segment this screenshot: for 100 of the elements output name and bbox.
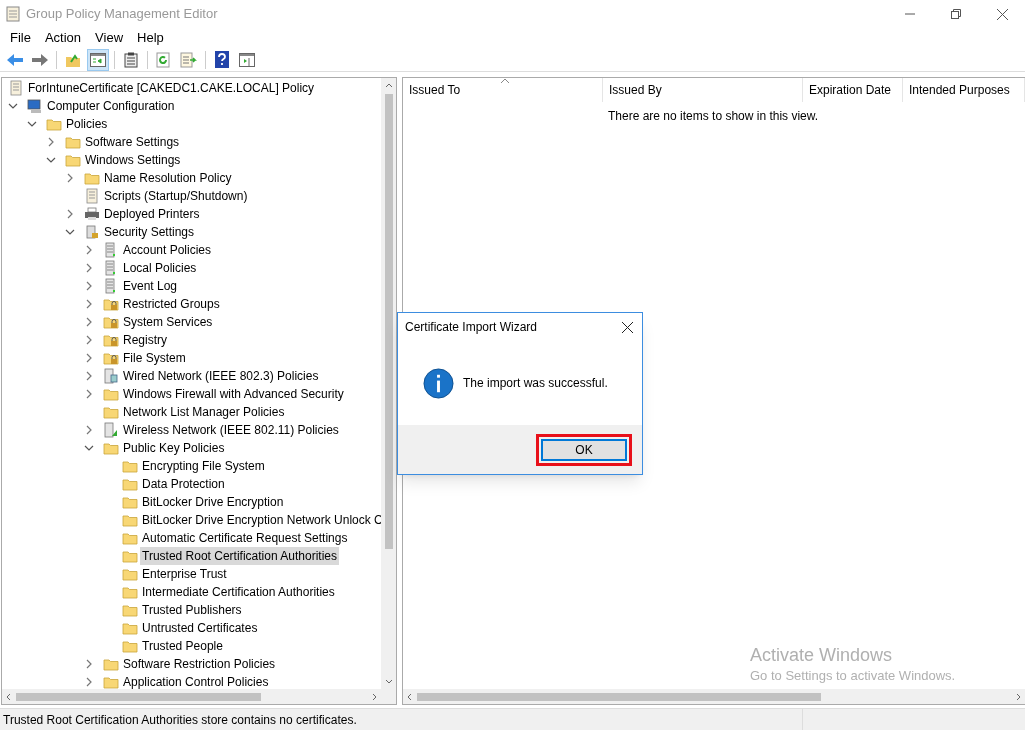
tree-item[interactable]: File System (121, 349, 188, 367)
expand-icon[interactable] (65, 173, 75, 183)
column-header[interactable]: Issued By (603, 78, 803, 102)
tree-item[interactable]: Restricted Groups (121, 295, 222, 313)
tree-item[interactable]: Automatic Certificate Request Settings (140, 529, 350, 547)
column-header[interactable]: Intended Purposes (903, 78, 1025, 102)
vertical-scrollbar[interactable] (381, 78, 396, 689)
tree-item[interactable]: Intermediate Certification Authorities (140, 583, 337, 601)
folder-icon (122, 638, 138, 654)
toolbar-button[interactable] (87, 48, 109, 71)
folder-icon (122, 548, 138, 564)
expand-icon[interactable] (65, 209, 75, 219)
tree-item[interactable]: Account Policies (121, 241, 214, 259)
document-icon (8, 80, 24, 96)
tree-item[interactable]: Wired Network (IEEE 802.3) Policies (121, 367, 321, 385)
info-icon (423, 367, 454, 399)
document-icon (84, 188, 100, 204)
tree-item[interactable]: Network List Manager Policies (121, 403, 287, 421)
folder-icon (103, 386, 119, 402)
expand-icon[interactable] (84, 263, 94, 273)
column-header[interactable]: Expiration Date (803, 78, 903, 102)
tree-item[interactable]: Data Protection (140, 475, 227, 493)
folder-icon (122, 584, 138, 600)
refresh-icon (156, 51, 172, 68)
expand-icon[interactable] (84, 659, 94, 669)
expand-icon[interactable] (84, 371, 94, 381)
tree-item[interactable]: Enterprise Trust (140, 565, 229, 583)
menu-item[interactable]: Help (130, 28, 171, 48)
expand-icon[interactable] (84, 245, 94, 255)
collapse-icon[interactable] (8, 101, 18, 111)
tree-item[interactable]: Local Policies (121, 259, 199, 277)
expand-icon[interactable] (84, 335, 94, 345)
folder-icon (122, 458, 138, 474)
tree-item[interactable]: Untrusted Certificates (140, 619, 260, 637)
expand-icon[interactable] (84, 425, 94, 435)
expand-icon[interactable] (84, 299, 94, 309)
menu-item[interactable]: View (88, 28, 131, 48)
expand-icon[interactable] (84, 317, 94, 327)
folder-icon (122, 512, 138, 528)
menu-item[interactable]: File (3, 28, 38, 48)
folder-icon (122, 494, 138, 510)
window-title: Group Policy Management Editor (26, 5, 218, 24)
clipboard-icon (124, 51, 138, 68)
folder-icon (122, 476, 138, 492)
tree-item[interactable]: Registry (121, 331, 169, 349)
policy-icon (103, 422, 119, 438)
tree-item[interactable]: Scripts (Startup/Shutdown) (102, 187, 250, 205)
tree-item[interactable]: Policies (64, 115, 110, 133)
column-header[interactable]: Issued To (403, 78, 603, 102)
folder-icon (103, 440, 119, 456)
empty-message: There are no items to show in this view. (608, 109, 819, 123)
expand-icon[interactable] (84, 353, 94, 363)
activation-title: Activate Windows (750, 643, 893, 666)
expand-icon[interactable] (84, 389, 94, 399)
tree-item[interactable]: Name Resolution Policy (102, 169, 234, 187)
menu-item[interactable]: Action (37, 28, 89, 48)
policy-icon (84, 224, 100, 240)
tree-item[interactable]: System Services (121, 313, 215, 331)
tree-item[interactable]: Security Settings (102, 223, 197, 241)
restore-icon (951, 9, 961, 19)
folder-icon (46, 116, 62, 132)
folder-icon (103, 350, 119, 366)
tree-item[interactable]: Software Settings (83, 133, 182, 151)
tree-item[interactable]: Deployed Printers (102, 205, 202, 223)
collapse-icon[interactable] (27, 119, 37, 129)
folder-icon (65, 134, 81, 150)
expand-icon[interactable] (84, 281, 94, 291)
tree-item[interactable]: Windows Firewall with Advanced Security (121, 385, 346, 403)
sort-icon (501, 78, 509, 83)
tree-item[interactable]: Computer Configuration (45, 97, 177, 115)
folder-icon (103, 314, 119, 330)
tree-item[interactable]: Trusted People (140, 637, 225, 655)
tree-item[interactable]: Trusted Publishers (140, 601, 244, 619)
collapse-icon[interactable] (84, 443, 94, 453)
horizontal-scrollbar[interactable] (2, 689, 396, 704)
tree-item[interactable]: Event Log (121, 277, 180, 295)
collapse-icon[interactable] (46, 155, 56, 165)
ok-button[interactable]: OK (541, 438, 627, 461)
tree-item[interactable]: ForIntuneCertificate [CAKEDC1.CAKE.LOCAL] Policy (26, 79, 317, 97)
activation-message: Go to Settings to activate Windows. (750, 666, 956, 685)
expand-icon[interactable] (46, 137, 56, 147)
tree-item[interactable]: Wireless Network (IEEE 802.11) Policies (121, 421, 341, 439)
tree-item[interactable]: Public Key Policies (121, 439, 227, 457)
folder-icon (122, 620, 138, 636)
horizontal-scrollbar[interactable] (403, 689, 1025, 704)
expand-icon[interactable] (84, 677, 94, 687)
close-icon (996, 8, 1008, 20)
policy-icon (103, 368, 119, 384)
tree-item[interactable]: Application Control Policies (121, 673, 271, 689)
tree-item[interactable]: Trusted Root Certification Authorities (140, 547, 339, 565)
tree-item[interactable]: Windows Settings (83, 151, 183, 169)
folder-icon (122, 602, 138, 618)
folder-icon (103, 656, 119, 672)
console-tree-icon (90, 52, 106, 67)
folder-icon (103, 404, 119, 420)
app-icon (6, 6, 20, 22)
tree-item[interactable]: BitLocker Drive Encryption (140, 493, 286, 511)
tree-item[interactable]: Encrypting File System (140, 457, 267, 475)
tree-item[interactable]: Software Restriction Policies (121, 655, 278, 673)
collapse-icon[interactable] (65, 227, 75, 237)
